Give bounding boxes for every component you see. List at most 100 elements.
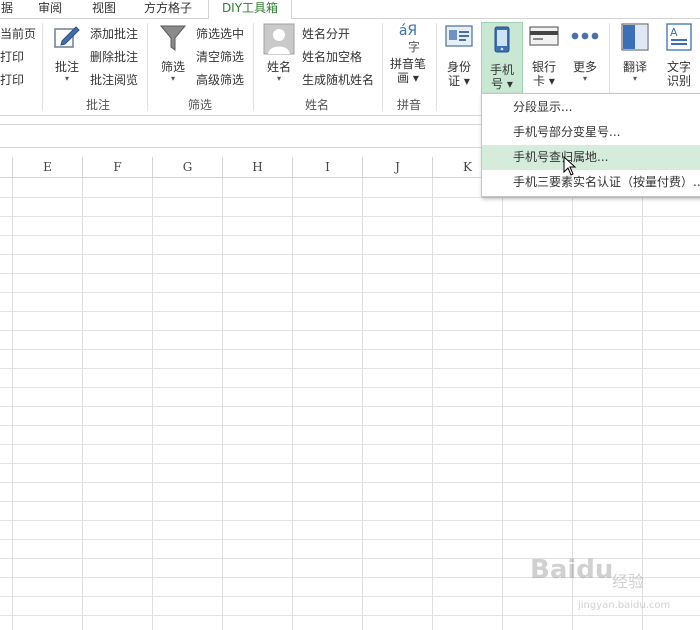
grid-row-line xyxy=(0,216,700,217)
grid-row-line xyxy=(0,349,700,350)
chevron-down-icon: ▾ xyxy=(632,74,637,83)
grid-row-line xyxy=(0,425,700,426)
print-current-page-button[interactable]: 当前页 xyxy=(0,25,36,43)
grid-row-line xyxy=(0,330,700,331)
id-card-icon xyxy=(445,25,473,47)
ribbon-tab-bar: 据 审阅 视图 方方格子 DIY工具箱 xyxy=(0,0,700,20)
bank-card-label-2-text: 卡 xyxy=(533,74,546,88)
filter-button[interactable]: 筛选 ▾ xyxy=(156,23,190,89)
menu-item-phone-location[interactable]: 手机号查归属地... xyxy=(482,145,700,170)
id-card-button[interactable]: 身份 证 ▾ xyxy=(441,23,477,93)
pinyin-button-label-2: 画 ▾ xyxy=(397,71,419,85)
comment-button[interactable]: 批注 ▾ xyxy=(50,23,84,89)
pinyin-icon: áЯ 字 xyxy=(386,23,430,55)
pinyin-icon-top: áЯ xyxy=(398,23,418,39)
more-dots-icon xyxy=(571,32,599,40)
text-recognition-icon: A xyxy=(666,23,692,51)
person-avatar-icon xyxy=(263,23,295,55)
browse-comments-button[interactable]: 批注阅览 xyxy=(90,71,138,89)
id-card-label-2: 证 ▾ xyxy=(448,74,470,88)
grid-row-line xyxy=(0,368,700,369)
tab-review[interactable]: 审阅 xyxy=(28,0,72,18)
chevron-down-icon: ▾ xyxy=(170,74,175,83)
ocr-label-2: 识别 xyxy=(666,74,691,88)
translate-button[interactable]: 翻译 ▾ xyxy=(616,23,654,93)
clear-filter-button[interactable]: 清空筛选 xyxy=(196,48,244,66)
grid-column-line xyxy=(362,178,363,630)
menu-item-phone-verification[interactable]: 手机三要素实名认证（按量付费）... xyxy=(482,170,700,195)
more-label: 更多 xyxy=(572,60,597,74)
grid-row-line xyxy=(0,615,700,616)
watermark-suffix: 经验 xyxy=(612,572,645,591)
grid-row-line xyxy=(0,501,700,502)
bank-card-button[interactable]: 银行 卡 ▾ xyxy=(526,23,562,93)
name-button[interactable]: 姓名 ▾ xyxy=(260,23,298,89)
grid-row-line xyxy=(0,254,700,255)
random-name-button[interactable]: 生成随机姓名 xyxy=(302,71,374,89)
column-header-e[interactable]: E xyxy=(13,157,83,177)
menu-item-segment-display[interactable]: 分段显示... xyxy=(482,95,700,120)
tab-data[interactable]: 据 xyxy=(0,0,14,18)
print-button[interactable]: 打印 xyxy=(0,48,24,66)
grid-row-line xyxy=(0,292,700,293)
tab-diy-toolbox[interactable]: DIY工具箱 xyxy=(208,0,292,20)
pinyin-icon-bottom: 字 xyxy=(407,40,420,54)
more-button[interactable]: 更多 ▾ xyxy=(566,23,604,93)
group-separator xyxy=(42,23,43,111)
funnel-icon xyxy=(159,25,187,51)
grid-column-line xyxy=(292,178,293,630)
grid-column-line xyxy=(502,178,503,630)
group-separator xyxy=(436,23,437,111)
phone-number-button[interactable]: 手机 号 ▾ xyxy=(481,22,523,96)
print-button-2[interactable]: 打印 xyxy=(0,71,24,89)
add-comment-button[interactable]: 添加批注 xyxy=(90,25,138,43)
grid-row-line xyxy=(0,197,700,198)
column-header-h[interactable]: H xyxy=(223,157,293,177)
group-separator xyxy=(253,23,254,111)
id-card-label-2-text: 证 xyxy=(448,74,461,88)
grid-column-line xyxy=(82,178,83,630)
tab-fangfang-gezi[interactable]: 方方格子 xyxy=(136,0,200,18)
grid-row-line xyxy=(0,520,700,521)
pinyin-stroke-button[interactable]: áЯ 字 拼音笔 画 ▾ xyxy=(386,23,430,91)
pencil-edit-icon xyxy=(54,26,80,48)
translate-book-icon xyxy=(621,23,649,51)
phone-label-1: 手机 xyxy=(489,63,514,77)
advanced-filter-button[interactable]: 高级筛选 xyxy=(196,71,244,89)
filter-selected-button[interactable]: 筛选选中 xyxy=(196,25,244,43)
grid-row-line xyxy=(0,387,700,388)
column-header-partial[interactable] xyxy=(0,157,13,177)
menu-item-mask-phone[interactable]: 手机号部分变星号... xyxy=(482,120,700,145)
column-header-g[interactable]: G xyxy=(153,157,223,177)
grid-row-line xyxy=(0,273,700,274)
grid-column-line xyxy=(642,178,643,630)
tab-view[interactable]: 视图 xyxy=(82,0,126,18)
filter-group-label: 筛选 xyxy=(187,98,212,112)
pinyin-group-label: 拼音 xyxy=(396,98,421,112)
bank-card-label-2: 卡 ▾ xyxy=(533,74,555,88)
ocr-button[interactable]: A 文字 识别 xyxy=(660,23,698,93)
column-header-j[interactable]: J xyxy=(363,157,433,177)
name-add-space-button[interactable]: 姓名加空格 xyxy=(302,48,362,66)
grid-row-line xyxy=(0,311,700,312)
phone-label-2: 号 ▾ xyxy=(491,77,513,91)
chevron-down-icon: ▾ xyxy=(64,74,69,83)
mobile-phone-icon xyxy=(494,26,510,53)
grid-row-line xyxy=(0,235,700,236)
ocr-label-1: 文字 xyxy=(666,60,691,74)
translate-label: 翻译 xyxy=(622,60,647,74)
grid-column-line xyxy=(152,178,153,630)
grid-row-line xyxy=(0,406,700,407)
column-header-f[interactable]: F xyxy=(83,157,153,177)
comment-group-label: 批注 xyxy=(85,98,110,112)
pinyin-button-label-1: 拼音笔 xyxy=(389,57,426,71)
column-header-i[interactable]: I xyxy=(293,157,363,177)
split-name-button[interactable]: 姓名分开 xyxy=(302,25,350,43)
phone-number-dropdown-menu: 分段显示... 手机号部分变星号... 手机号查归属地... 手机三要素实名认证… xyxy=(481,93,700,197)
watermark-url: jingyan.baidu.com xyxy=(578,600,671,611)
id-card-label-1: 身份 xyxy=(446,60,471,74)
chevron-down-icon: ▾ xyxy=(276,74,281,83)
group-separator xyxy=(382,23,383,111)
delete-comment-button[interactable]: 删除批注 xyxy=(90,48,138,66)
grid-column-line xyxy=(222,178,223,630)
